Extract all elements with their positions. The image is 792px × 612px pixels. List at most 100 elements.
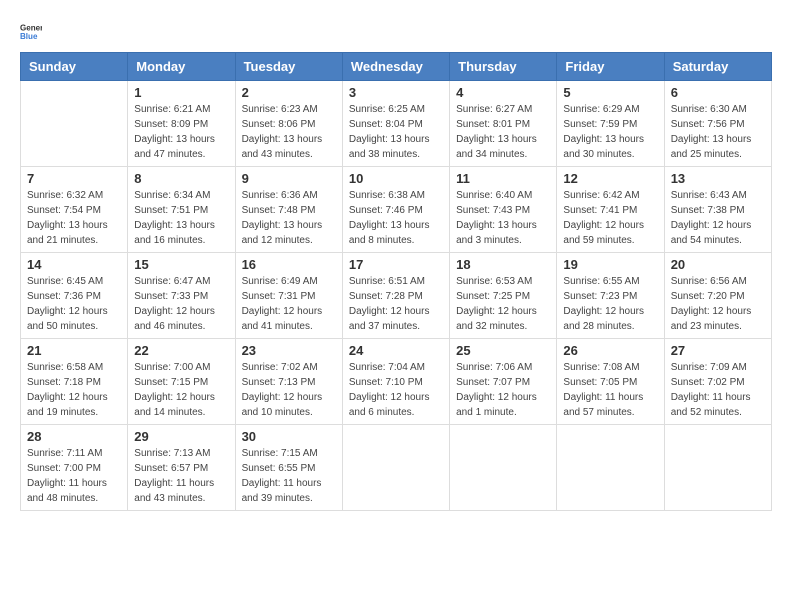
day-number: 11 xyxy=(456,171,550,186)
weekday-header: Friday xyxy=(557,53,664,81)
day-info: Sunrise: 6:53 AMSunset: 7:25 PMDaylight:… xyxy=(456,274,550,334)
calendar-cell xyxy=(664,425,771,511)
day-info: Sunrise: 6:58 AMSunset: 7:18 PMDaylight:… xyxy=(27,360,121,420)
day-number: 16 xyxy=(242,257,336,272)
calendar-header-row: SundayMondayTuesdayWednesdayThursdayFrid… xyxy=(21,53,772,81)
day-number: 21 xyxy=(27,343,121,358)
day-info: Sunrise: 7:08 AMSunset: 7:05 PMDaylight:… xyxy=(563,360,657,420)
calendar-cell xyxy=(21,81,128,167)
calendar-cell: 21 Sunrise: 6:58 AMSunset: 7:18 PMDayligh… xyxy=(21,339,128,425)
calendar-cell xyxy=(557,425,664,511)
calendar-cell: 12Sunrise: 6:42 AMSunset: 7:41 PMDayligh… xyxy=(557,167,664,253)
day-info: Sunrise: 7:13 AMSunset: 6:57 PMDaylight:… xyxy=(134,446,228,506)
day-info: Sunrise: 7:00 AMSunset: 7:15 PMDaylight:… xyxy=(134,360,228,420)
calendar-week-row: 7 Sunrise: 6:32 AMSunset: 7:54 PMDaylight… xyxy=(21,167,772,253)
day-number: 19 xyxy=(563,257,657,272)
day-number: 17 xyxy=(349,257,443,272)
day-number: 30 xyxy=(242,429,336,444)
day-number: 6 xyxy=(671,85,765,100)
day-number: 4 xyxy=(456,85,550,100)
calendar-cell: 25Sunrise: 7:06 AMSunset: 7:07 PMDayligh… xyxy=(450,339,557,425)
calendar-cell: 13 Sunrise: 6:43 AMSunset: 7:38 PMDayligh… xyxy=(664,167,771,253)
day-info: Sunrise: 7:02 AMSunset: 7:13 PMDaylight:… xyxy=(242,360,336,420)
day-info: Sunrise: 6:21 AMSunset: 8:09 PMDaylight:… xyxy=(134,102,228,162)
day-number: 23 xyxy=(242,343,336,358)
calendar-cell: 28 Sunrise: 7:11 AMSunset: 7:00 PMDayligh… xyxy=(21,425,128,511)
calendar-cell: 29 Sunrise: 7:13 AMSunset: 6:57 PMDayligh… xyxy=(128,425,235,511)
calendar-cell: 15Sunrise: 6:47 AMSunset: 7:33 PMDayligh… xyxy=(128,253,235,339)
day-info: Sunrise: 6:29 AMSunset: 7:59 PMDaylight:… xyxy=(563,102,657,162)
calendar-cell: 24 Sunrise: 7:04 AMSunset: 7:10 PMDayligh… xyxy=(342,339,449,425)
weekday-header: Monday xyxy=(128,53,235,81)
day-number: 9 xyxy=(242,171,336,186)
day-info: Sunrise: 6:23 AMSunset: 8:06 PMDaylight:… xyxy=(242,102,336,162)
calendar-cell: 17 Sunrise: 6:51 AMSunset: 7:28 PMDayligh… xyxy=(342,253,449,339)
svg-text:Blue: Blue xyxy=(20,32,38,41)
day-info: Sunrise: 6:40 AMSunset: 7:43 PMDaylight:… xyxy=(456,188,550,248)
day-number: 26 xyxy=(563,343,657,358)
day-info: Sunrise: 6:43 AMSunset: 7:38 PMDaylight:… xyxy=(671,188,765,248)
calendar-cell: 2 Sunrise: 6:23 AMSunset: 8:06 PMDaylight… xyxy=(235,81,342,167)
calendar-cell: 5 Sunrise: 6:29 AMSunset: 7:59 PMDaylight… xyxy=(557,81,664,167)
logo-icon: General Blue xyxy=(20,20,42,42)
day-info: Sunrise: 7:04 AMSunset: 7:10 PMDaylight:… xyxy=(349,360,443,420)
day-info: Sunrise: 6:34 AMSunset: 7:51 PMDaylight:… xyxy=(134,188,228,248)
calendar-cell: 7 Sunrise: 6:32 AMSunset: 7:54 PMDaylight… xyxy=(21,167,128,253)
weekday-header: Thursday xyxy=(450,53,557,81)
calendar-cell: 27Sunrise: 7:09 AMSunset: 7:02 PMDayligh… xyxy=(664,339,771,425)
calendar-cell: 9 Sunrise: 6:36 AMSunset: 7:48 PMDaylight… xyxy=(235,167,342,253)
calendar-cell: 6 Sunrise: 6:30 AMSunset: 7:56 PMDaylight… xyxy=(664,81,771,167)
day-info: Sunrise: 6:42 AMSunset: 7:41 PMDaylight:… xyxy=(563,188,657,248)
calendar-table: SundayMondayTuesdayWednesdayThursdayFrid… xyxy=(20,52,772,511)
svg-text:General: General xyxy=(20,23,42,32)
day-number: 14 xyxy=(27,257,121,272)
day-number: 5 xyxy=(563,85,657,100)
header: General Blue xyxy=(20,20,772,42)
weekday-header: Wednesday xyxy=(342,53,449,81)
calendar-cell: 8 Sunrise: 6:34 AMSunset: 7:51 PMDaylight… xyxy=(128,167,235,253)
day-info: Sunrise: 6:30 AMSunset: 7:56 PMDaylight:… xyxy=(671,102,765,162)
day-info: Sunrise: 6:32 AMSunset: 7:54 PMDaylight:… xyxy=(27,188,121,248)
day-number: 10 xyxy=(349,171,443,186)
calendar-week-row: 1 Sunrise: 6:21 AMSunset: 8:09 PMDaylight… xyxy=(21,81,772,167)
day-number: 1 xyxy=(134,85,228,100)
day-info: Sunrise: 6:25 AMSunset: 8:04 PMDaylight:… xyxy=(349,102,443,162)
day-info: Sunrise: 6:47 AMSunset: 7:33 PMDaylight:… xyxy=(134,274,228,334)
calendar-cell: 16Sunrise: 6:49 AMSunset: 7:31 PMDayligh… xyxy=(235,253,342,339)
day-number: 28 xyxy=(27,429,121,444)
day-number: 2 xyxy=(242,85,336,100)
calendar-week-row: 21 Sunrise: 6:58 AMSunset: 7:18 PMDayligh… xyxy=(21,339,772,425)
weekday-header: Tuesday xyxy=(235,53,342,81)
day-number: 8 xyxy=(134,171,228,186)
day-info: Sunrise: 7:09 AMSunset: 7:02 PMDaylight:… xyxy=(671,360,765,420)
day-number: 7 xyxy=(27,171,121,186)
day-number: 29 xyxy=(134,429,228,444)
calendar-cell: 26 Sunrise: 7:08 AMSunset: 7:05 PMDayligh… xyxy=(557,339,664,425)
calendar-cell: 4Sunrise: 6:27 AMSunset: 8:01 PMDaylight… xyxy=(450,81,557,167)
calendar-week-row: 28 Sunrise: 7:11 AMSunset: 7:00 PMDayligh… xyxy=(21,425,772,511)
day-number: 18 xyxy=(456,257,550,272)
day-info: Sunrise: 6:36 AMSunset: 7:48 PMDaylight:… xyxy=(242,188,336,248)
calendar-cell: 10 Sunrise: 6:38 AMSunset: 7:46 PMDayligh… xyxy=(342,167,449,253)
day-info: Sunrise: 6:55 AMSunset: 7:23 PMDaylight:… xyxy=(563,274,657,334)
weekday-header: Saturday xyxy=(664,53,771,81)
day-info: Sunrise: 7:11 AMSunset: 7:00 PMDaylight:… xyxy=(27,446,121,506)
day-number: 24 xyxy=(349,343,443,358)
calendar-cell: 22Sunrise: 7:00 AMSunset: 7:15 PMDayligh… xyxy=(128,339,235,425)
calendar-cell: 11 Sunrise: 6:40 AMSunset: 7:43 PMDayligh… xyxy=(450,167,557,253)
day-info: Sunrise: 6:56 AMSunset: 7:20 PMDaylight:… xyxy=(671,274,765,334)
calendar-week-row: 14Sunrise: 6:45 AMSunset: 7:36 PMDayligh… xyxy=(21,253,772,339)
day-info: Sunrise: 6:51 AMSunset: 7:28 PMDaylight:… xyxy=(349,274,443,334)
calendar-cell xyxy=(450,425,557,511)
calendar-cell: 30 Sunrise: 7:15 AMSunset: 6:55 PMDayligh… xyxy=(235,425,342,511)
calendar-cell: 3 Sunrise: 6:25 AMSunset: 8:04 PMDaylight… xyxy=(342,81,449,167)
calendar-cell: 14Sunrise: 6:45 AMSunset: 7:36 PMDayligh… xyxy=(21,253,128,339)
day-number: 13 xyxy=(671,171,765,186)
day-info: Sunrise: 7:15 AMSunset: 6:55 PMDaylight:… xyxy=(242,446,336,506)
day-info: Sunrise: 6:38 AMSunset: 7:46 PMDaylight:… xyxy=(349,188,443,248)
day-info: Sunrise: 7:06 AMSunset: 7:07 PMDaylight:… xyxy=(456,360,550,420)
calendar-cell: 18 Sunrise: 6:53 AMSunset: 7:25 PMDayligh… xyxy=(450,253,557,339)
day-number: 3 xyxy=(349,85,443,100)
calendar-cell: 19 Sunrise: 6:55 AMSunset: 7:23 PMDayligh… xyxy=(557,253,664,339)
calendar-cell xyxy=(342,425,449,511)
